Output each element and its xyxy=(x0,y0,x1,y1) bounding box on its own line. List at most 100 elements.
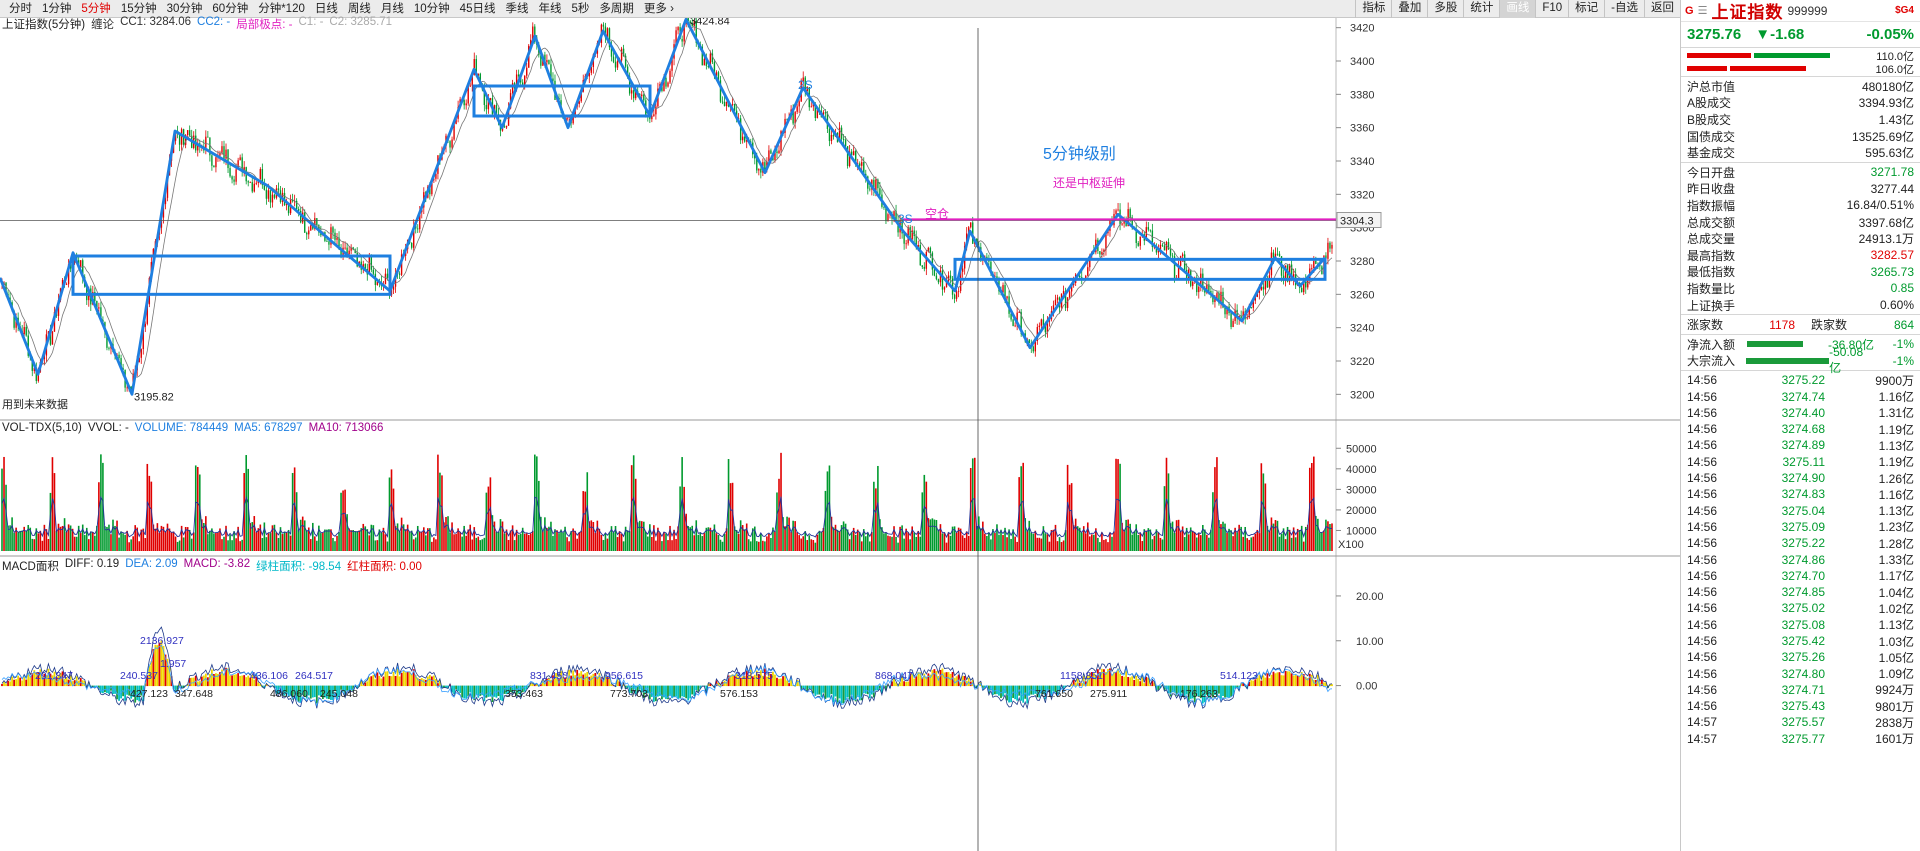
tick-row[interactable]: 14:56 3275.11 1.19亿 xyxy=(1681,454,1920,470)
tick-row[interactable]: 14:56 3274.83 1.16亿 xyxy=(1681,486,1920,502)
macd-bar xyxy=(1115,671,1117,687)
volume-bar xyxy=(501,521,504,551)
tick-row[interactable]: 14:56 3274.90 1.26亿 xyxy=(1681,470,1920,486)
volume-bar xyxy=(47,538,50,551)
period-tab[interactable]: 30分钟 xyxy=(162,0,208,18)
tool-button[interactable]: 画线 xyxy=(1499,0,1536,18)
volume-bar xyxy=(1331,523,1333,551)
period-tab[interactable]: 日线 xyxy=(310,0,343,18)
period-tab[interactable]: 60分钟 xyxy=(207,0,253,18)
tick-time: 14:56 xyxy=(1687,552,1718,567)
period-tab[interactable]: 5秒 xyxy=(566,0,594,18)
macd-bar xyxy=(949,673,952,687)
badge-icon[interactable]: $G4 xyxy=(1895,5,1914,16)
volume-bar xyxy=(701,536,704,551)
candle-body xyxy=(1018,312,1020,314)
g-icon[interactable]: G xyxy=(1685,5,1694,17)
tool-button[interactable]: 标记 xyxy=(1568,0,1604,18)
volume-bar xyxy=(915,536,918,551)
tick-time: 14:56 xyxy=(1687,519,1718,534)
index-stat-row: 最高指数 3282.57 xyxy=(1681,247,1920,264)
period-tab[interactable]: 周线 xyxy=(343,0,376,18)
period-tab[interactable]: 季线 xyxy=(500,0,533,18)
macd-bar xyxy=(239,675,242,687)
candle-body xyxy=(1117,209,1119,211)
candle-body xyxy=(225,149,227,159)
tick-row[interactable]: 14:56 3275.26 1.05亿 xyxy=(1681,649,1920,665)
volume-bar xyxy=(303,520,306,551)
volume-bar xyxy=(709,527,712,551)
tick-list[interactable]: 14:56 3275.22 9900万 14:56 3274.74 1.16亿 14:56 3… xyxy=(1681,372,1920,747)
tick-row[interactable]: 14:56 3275.43 9801万 xyxy=(1681,698,1920,714)
volume-bar xyxy=(743,529,746,551)
tick-row[interactable]: 14:57 3275.77 1601万 xyxy=(1681,731,1920,747)
tick-row[interactable]: 14:56 3274.71 9924万 xyxy=(1681,682,1920,698)
tick-row[interactable]: 14:56 3274.80 1.09亿 xyxy=(1681,665,1920,682)
period-tab[interactable]: 1分钟 xyxy=(37,0,76,18)
period-tab[interactable]: 5分钟 xyxy=(76,0,115,18)
volume-bar xyxy=(213,533,215,551)
candle-body xyxy=(861,162,863,166)
tick-row[interactable]: 14:57 3275.57 2838万 xyxy=(1681,714,1920,730)
period-tab[interactable]: 分钟*120 xyxy=(253,0,310,18)
candle-body xyxy=(921,265,923,267)
tick-row[interactable]: 14:56 3275.08 1.13亿 xyxy=(1681,617,1920,633)
period-tab[interactable]: 分时 xyxy=(4,0,37,18)
period-tab[interactable]: 年线 xyxy=(533,0,566,18)
index-stat-row: 最低指数 3265.73 xyxy=(1681,264,1920,281)
candle-body xyxy=(304,212,306,233)
tick-row[interactable]: 14:56 3274.68 1.19亿 xyxy=(1681,421,1920,437)
chart-area[interactable]: 3420 3400 3380 3360 3340 3320 3300 3280 3260 3240… xyxy=(0,16,1680,851)
price-tick-label: 3400 xyxy=(1350,56,1374,68)
tick-row[interactable]: 14:56 3274.89 1.13亿 xyxy=(1681,437,1920,453)
tick-row[interactable]: 14:56 3274.70 1.17亿 xyxy=(1681,568,1920,584)
period-tab[interactable]: 多周期 xyxy=(594,0,639,18)
volume-bar xyxy=(988,532,990,551)
tick-row[interactable]: 14:56 3274.74 1.16亿 xyxy=(1681,388,1920,405)
chart-canvas[interactable]: 3420340033803360334033203300328032603240… xyxy=(0,18,1680,851)
tick-row[interactable]: 14:56 3275.22 9900万 xyxy=(1681,372,1920,388)
candle-body xyxy=(770,150,772,154)
tool-button[interactable]: -自选 xyxy=(1604,0,1644,18)
tick-row[interactable]: 14:56 3275.09 1.23亿 xyxy=(1681,519,1920,535)
macd-area-label: 2136.927 xyxy=(140,635,184,647)
period-tab[interactable]: 15分钟 xyxy=(116,0,162,18)
tick-row[interactable]: 14:56 3275.42 1.03亿 xyxy=(1681,633,1920,649)
macd-area-label: 831.450 xyxy=(530,670,568,682)
volume-bar xyxy=(1290,537,1293,551)
volume-bar xyxy=(19,530,21,551)
volume-bar xyxy=(360,528,363,551)
tick-row[interactable]: 14:56 3274.86 1.33亿 xyxy=(1681,551,1920,568)
menu-icon[interactable]: ☰ xyxy=(1698,4,1708,17)
candle-body xyxy=(1062,290,1065,294)
macd-bar xyxy=(392,671,395,687)
volume-bar xyxy=(420,531,423,551)
tick-row[interactable]: 14:56 3274.40 1.31亿 xyxy=(1681,405,1920,421)
tick-row[interactable]: 14:56 3275.04 1.13亿 xyxy=(1681,502,1920,519)
candle-body xyxy=(247,181,249,183)
macd-bar xyxy=(1137,678,1140,687)
tick-row[interactable]: 14:56 3274.85 1.04亿 xyxy=(1681,584,1920,600)
level-annotation: 5分钟级别 xyxy=(1043,145,1116,163)
tool-button[interactable]: 统计 xyxy=(1463,0,1499,18)
period-tab[interactable]: 月线 xyxy=(376,0,409,18)
candle-body xyxy=(669,70,671,83)
macd-bar xyxy=(1133,679,1136,687)
tool-button[interactable]: 多股 xyxy=(1427,0,1463,18)
period-tab[interactable]: 10分钟 xyxy=(409,0,455,18)
tool-button[interactable]: 叠加 xyxy=(1391,0,1427,18)
volume-bar xyxy=(875,488,877,551)
tool-button[interactable]: F10 xyxy=(1535,0,1568,18)
tool-button[interactable]: 返回 xyxy=(1644,0,1680,18)
tick-row[interactable]: 14:56 3275.22 1.28亿 xyxy=(1681,535,1920,551)
tick-row[interactable]: 14:56 3275.02 1.02亿 xyxy=(1681,600,1920,616)
candle-body xyxy=(1276,253,1279,255)
volume-bar xyxy=(1058,537,1061,551)
tool-button[interactable]: 指标 xyxy=(1355,0,1391,18)
period-tab[interactable]: 更多 › xyxy=(639,0,679,18)
candle-body xyxy=(1232,320,1234,327)
volume-bar xyxy=(459,531,461,551)
candle-body xyxy=(213,165,215,168)
period-tab[interactable]: 45日线 xyxy=(455,0,501,18)
volume-bar xyxy=(941,533,944,551)
